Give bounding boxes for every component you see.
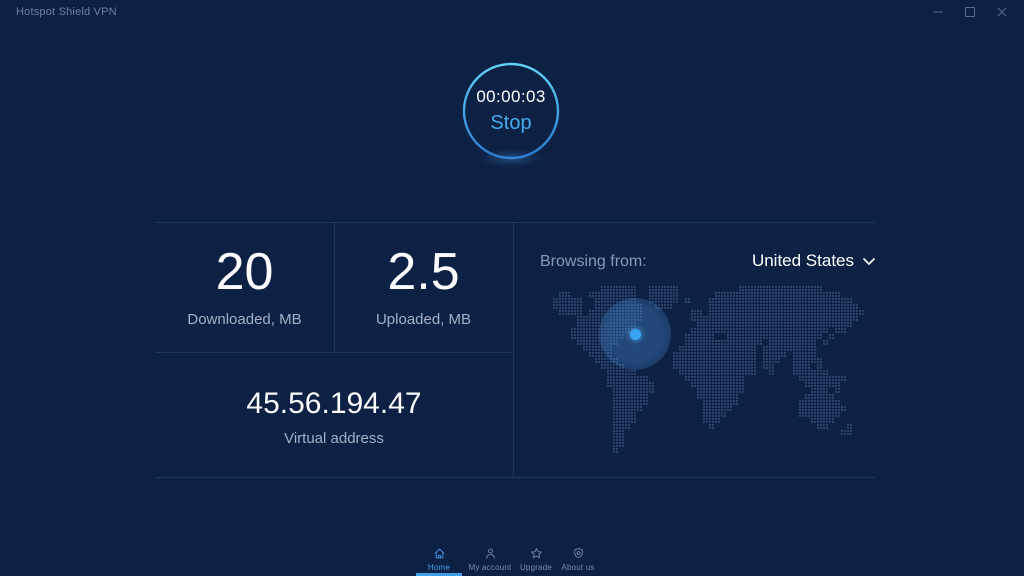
title-bar: Hotspot Shield VPN <box>0 0 1024 28</box>
virtual-address-label: Virtual address <box>155 430 513 447</box>
divider-bottom <box>155 477 875 478</box>
downloaded-label: Downloaded, MB <box>155 311 334 328</box>
nav-item-about-us[interactable]: About us <box>547 547 609 573</box>
downloaded-stat: 20 Downloaded, MB <box>155 246 334 328</box>
chevron-down-icon <box>863 258 875 266</box>
world-map-dots <box>540 285 876 453</box>
stop-button[interactable]: Stop <box>490 112 531 135</box>
uploaded-label: Uploaded, MB <box>334 311 513 328</box>
close-icon <box>997 7 1007 17</box>
uploaded-stat: 2.5 Uploaded, MB <box>334 246 513 328</box>
virtual-address-stat: 45.56.194.47 Virtual address <box>155 389 513 447</box>
divider-top <box>155 222 875 223</box>
maximize-icon <box>965 7 975 17</box>
star-icon <box>530 547 543 560</box>
window-title: Hotspot Shield VPN <box>16 6 117 18</box>
minimize-button[interactable] <box>922 0 954 24</box>
downloaded-value: 20 <box>155 246 334 298</box>
app-window: Hotspot Shield VPN 00:00:03 <box>0 0 1024 576</box>
shield-icon <box>572 547 585 560</box>
virtual-address-value: 45.56.194.47 <box>155 389 513 419</box>
uploaded-value: 2.5 <box>334 246 513 298</box>
nav-label-home: Home <box>428 563 450 572</box>
location-marker-icon <box>630 329 641 340</box>
close-button[interactable] <box>986 0 1018 24</box>
divider-middle-left <box>155 352 513 353</box>
selected-location: United States <box>752 251 854 271</box>
world-map <box>540 285 876 453</box>
window-controls <box>922 0 1018 24</box>
browsing-from-label: Browsing from: <box>540 253 647 271</box>
timer-value: 00:00:03 <box>476 87 545 107</box>
person-icon <box>484 547 497 560</box>
minimize-icon <box>933 7 943 17</box>
home-icon <box>433 547 446 560</box>
maximize-button[interactable] <box>954 0 986 24</box>
divider-vertical-main <box>513 222 514 477</box>
nav-label-about-us: About us <box>561 563 594 572</box>
connection-timer[interactable]: 00:00:03 Stop <box>462 62 560 160</box>
location-selector[interactable]: United States <box>752 251 875 271</box>
